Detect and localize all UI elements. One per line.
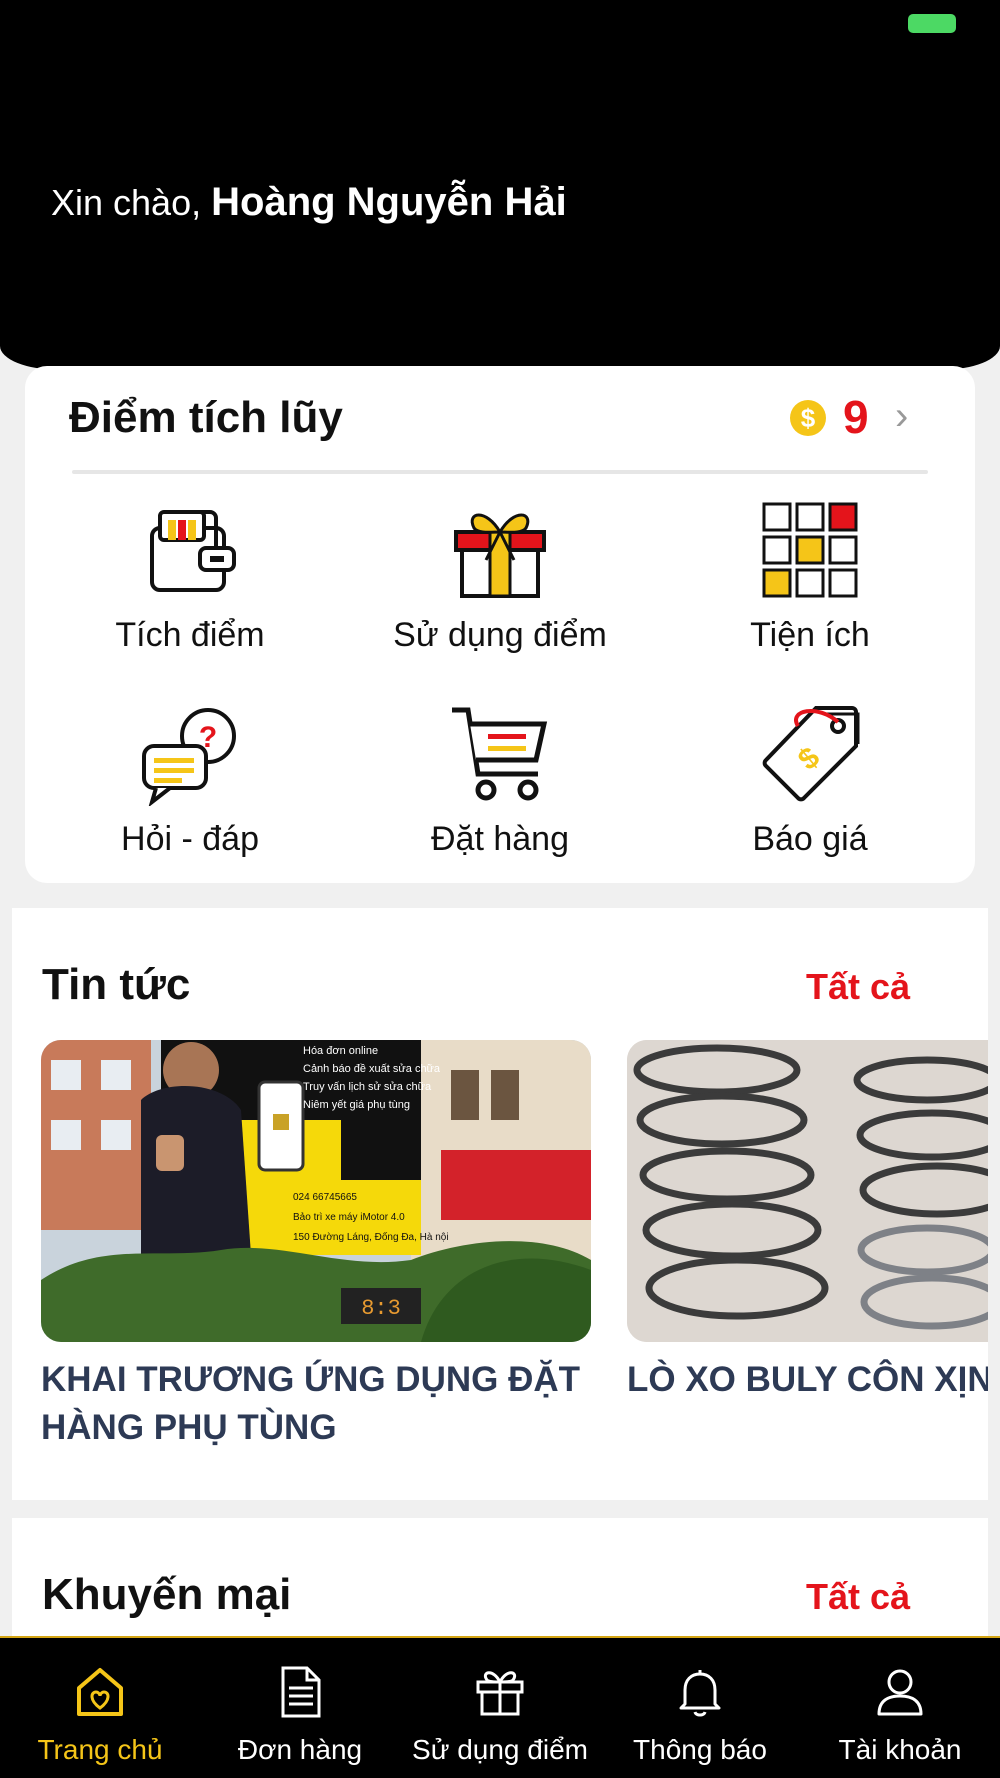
feature-label: Tích điểm	[115, 616, 265, 654]
tab-label: Thông báo	[633, 1734, 767, 1765]
wallet-icon	[150, 510, 236, 592]
gift-icon	[454, 513, 546, 598]
bottom-tab-bar: Trang chủ Đơn hàng Sử dụng điểm Thông bá…	[0, 1636, 1000, 1778]
user-name: Hoàng Nguyễn Hải	[211, 180, 567, 224]
tab-label: Trang chủ	[37, 1734, 163, 1765]
cart-icon	[452, 707, 548, 801]
news-image-1[interactable]: 8:3 Hóa đơn online Cảnh báo đề xuất sửa …	[41, 1040, 591, 1342]
tab-label: Tài khoản	[838, 1734, 962, 1765]
promotions-section: Khuyến mại Tất cả	[12, 1518, 988, 1638]
feature-label: Đặt hàng	[431, 820, 569, 858]
greeting-prefix: Xin chào,	[51, 182, 202, 223]
svg-text:8:3: 8:3	[361, 1296, 401, 1321]
gift-icon	[476, 1671, 524, 1716]
promotions-see-all-link[interactable]: Tất cả	[806, 1576, 910, 1618]
header: Xin chào, Hoàng Nguyễn Hải	[0, 0, 1000, 370]
tab-tai-khoan[interactable]: Tài khoản	[800, 1638, 1000, 1778]
points-card: Điểm tích lũy $ 9 › Tích điểm Sử dụng đi…	[25, 366, 975, 883]
banner-line: Niêm yết giá phụ tùng	[303, 1099, 410, 1111]
user-icon	[877, 1669, 923, 1716]
feature-label: Tiện ích	[750, 616, 870, 654]
feature-label: Sử dụng điểm	[393, 616, 607, 654]
points-value[interactable]: 9	[843, 390, 869, 444]
coin-icon: $	[790, 400, 826, 436]
home-heart-icon	[77, 1668, 123, 1716]
banner-contact: 150 Đường Láng, Đống Đa, Hà nội	[293, 1231, 449, 1243]
news-caption-2[interactable]: LÒ XO BULY CÔN XỊN	[627, 1356, 988, 1404]
price-tag-icon: $	[762, 706, 860, 802]
banner-line: Hóa đơn online	[303, 1045, 378, 1057]
feature-su-dung-diem[interactable]: Sử dụng điểm	[342, 498, 658, 655]
news-title: Tin tức	[42, 960, 191, 1009]
bell-icon	[679, 1670, 721, 1717]
points-title: Điểm tích lũy	[69, 393, 343, 442]
news-caption-1[interactable]: KHAI TRƯƠNG ỨNG DỤNG ĐẶT HÀNG PHỤ TÙNG	[41, 1356, 601, 1452]
feature-label: Hỏi - đáp	[121, 820, 259, 858]
banner-line: Truy vấn lịch sử sửa chữa	[303, 1081, 432, 1093]
grid-icon	[762, 502, 858, 598]
promotions-title: Khuyến mại	[42, 1570, 292, 1619]
document-icon	[281, 1666, 321, 1718]
news-see-all-link[interactable]: Tất cả	[806, 966, 910, 1008]
feature-label: Báo giá	[752, 820, 868, 858]
chat-question-icon: ?	[142, 708, 236, 806]
divider	[72, 470, 928, 474]
news-section: Tin tức Tất cả 8:3 Hóa đơn online Cảnh b…	[12, 908, 988, 1500]
news-image-2[interactable]	[627, 1040, 988, 1342]
battery-icon	[908, 14, 956, 33]
tab-label: Đơn hàng	[237, 1734, 363, 1765]
tab-label: Sử dụng điểm	[412, 1734, 588, 1765]
tab-trang-chu[interactable]: Trang chủ	[0, 1638, 200, 1778]
tab-su-dung-diem[interactable]: Sử dụng điểm	[400, 1638, 600, 1778]
banner-contact: Bảo trì xe máy iMotor 4.0	[293, 1212, 405, 1223]
banner-line: Cảnh báo đề xuất sửa chữa	[303, 1063, 441, 1075]
feature-bao-gia[interactable]: $ Báo giá	[652, 702, 968, 859]
chevron-right-icon[interactable]: ›	[895, 394, 908, 439]
feature-tien-ich[interactable]: Tiện ích	[652, 498, 968, 655]
tab-thong-bao[interactable]: Thông báo	[600, 1638, 800, 1778]
banner-contact: 024 66745665	[293, 1192, 357, 1203]
greeting: Xin chào, Hoàng Nguyễn Hải	[51, 180, 567, 225]
feature-tich-diem[interactable]: Tích điểm	[32, 498, 348, 655]
feature-hoi-dap[interactable]: ? Hỏi - đáp	[32, 702, 348, 859]
tab-don-hang[interactable]: Đơn hàng	[200, 1638, 400, 1778]
feature-dat-hang[interactable]: Đặt hàng	[342, 702, 658, 859]
